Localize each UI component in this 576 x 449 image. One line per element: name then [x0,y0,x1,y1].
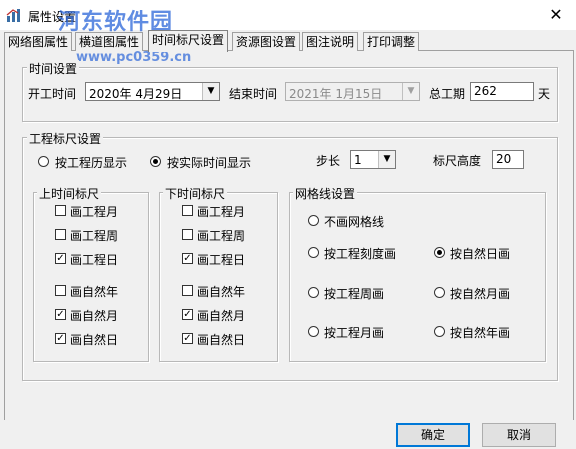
lower-ruler-checkbox[interactable] [182,205,193,216]
lower-ruler-checkbox-label[interactable]: 画自然年 [197,283,245,300]
step-label: 步长 [316,154,341,168]
upper-ruler-checkbox[interactable]: ✓ [55,333,66,344]
lower-ruler-checkbox[interactable] [182,285,193,296]
chevron-down-icon: ▼ [402,83,419,100]
duration-unit: 天 [538,87,551,101]
upper-ruler-checkbox-label[interactable]: 画工程日 [70,251,118,268]
ruler-height-label: 标尺高度 [433,154,482,168]
lower-ruler-checkbox-label[interactable]: 画工程周 [197,227,245,244]
end-date-value: 2021年 1月15日 [289,87,383,101]
grid-option-radio[interactable] [308,287,319,298]
radio-calendar-label[interactable]: 按工程历显示 [55,154,127,171]
ruler-height-field[interactable]: 20 [492,150,524,169]
tab-resource-chart[interactable]: 资源图设置 [232,32,301,51]
grid-option-label[interactable]: 按工程刻度画 [324,245,396,262]
lower-ruler-checkbox[interactable]: ✓ [182,253,193,264]
tab-time-ruler[interactable]: 时间标尺设置 [148,30,229,52]
radio-actual-time[interactable] [150,156,161,167]
grid-option-label[interactable]: 按工程周画 [324,285,384,302]
step-value: 1 [354,153,362,167]
grid-option-radio[interactable] [434,287,445,298]
lower-ruler-checkbox-label[interactable]: 画自然月 [197,307,245,324]
upper-ruler-checkbox-label[interactable]: 画工程周 [70,227,118,244]
tab-gantt-props[interactable]: 横道图属性 [75,32,144,51]
upper-ruler-checkbox-label[interactable]: 画自然月 [70,307,118,324]
upper-ruler-checkbox[interactable]: ✓ [55,253,66,264]
grid-option-radio[interactable] [308,326,319,337]
upper-ruler-checkbox[interactable] [55,205,66,216]
grid-option-label[interactable]: 按自然年画 [450,324,510,341]
end-time-label: 结束时间 [229,87,278,101]
grid-option-label[interactable]: 按工程月画 [324,324,384,341]
start-date-picker[interactable]: 2020年 4月29日 ▼ [85,82,220,101]
duration-label: 总工期 [429,87,466,101]
chevron-down-icon[interactable]: ▼ [202,83,219,100]
tab-network-props[interactable]: 网络图属性 [4,32,73,51]
radio-actual-time-label[interactable]: 按实际时间显示 [167,154,251,171]
grid-option-radio[interactable] [308,215,319,226]
start-date-value: 2020年 4月29日 [89,87,183,101]
upper-ruler-checkbox[interactable] [55,285,66,296]
end-date-picker: 2021年 1月15日 ▼ [285,82,420,101]
lower-ruler-checkbox-label[interactable]: 画工程日 [197,251,245,268]
lower-ruler-title: 下时间标尺 [163,185,228,202]
close-icon[interactable]: ✕ [546,5,566,25]
watermark-url: www.pc0359.cn [76,50,192,65]
step-select[interactable]: 1 ▼ [350,150,396,169]
radio-calendar[interactable] [38,156,49,167]
tab-legend[interactable]: 图注说明 [302,32,359,51]
upper-ruler-checkbox-label[interactable]: 画自然日 [70,331,118,348]
chevron-down-icon[interactable]: ▼ [378,151,395,168]
ok-button[interactable]: 确定 [396,423,470,447]
lower-ruler-checkbox[interactable]: ✓ [182,309,193,320]
grid-settings-title: 网格线设置 [293,185,358,202]
app-icon [6,9,20,22]
time-settings-title: 时间设置 [27,60,80,77]
upper-ruler-checkbox-label[interactable]: 画工程月 [70,203,118,220]
grid-option-label[interactable]: 按自然日画 [450,245,510,262]
ruler-settings-title: 工程标尺设置 [27,130,104,147]
grid-option-radio[interactable] [434,326,445,337]
duration-field[interactable]: 262 [470,82,534,101]
upper-ruler-checkbox-label[interactable]: 画自然年 [70,283,118,300]
grid-option-radio[interactable] [308,247,319,258]
tab-print-adjust[interactable]: 打印调整 [363,32,420,51]
upper-ruler-checkbox[interactable]: ✓ [55,309,66,320]
upper-ruler-checkbox[interactable] [55,229,66,240]
upper-ruler-title: 上时间标尺 [37,185,102,202]
lower-ruler-checkbox-label[interactable]: 画自然日 [197,331,245,348]
start-time-label: 开工时间 [28,87,77,101]
grid-option-label[interactable]: 不画网格线 [324,213,384,230]
lower-ruler-checkbox-label[interactable]: 画工程月 [197,203,245,220]
cancel-button[interactable]: 取消 [482,423,556,447]
grid-option-label[interactable]: 按自然月画 [450,285,510,302]
lower-ruler-checkbox[interactable] [182,229,193,240]
lower-ruler-checkbox[interactable]: ✓ [182,333,193,344]
grid-option-radio[interactable] [434,247,445,258]
